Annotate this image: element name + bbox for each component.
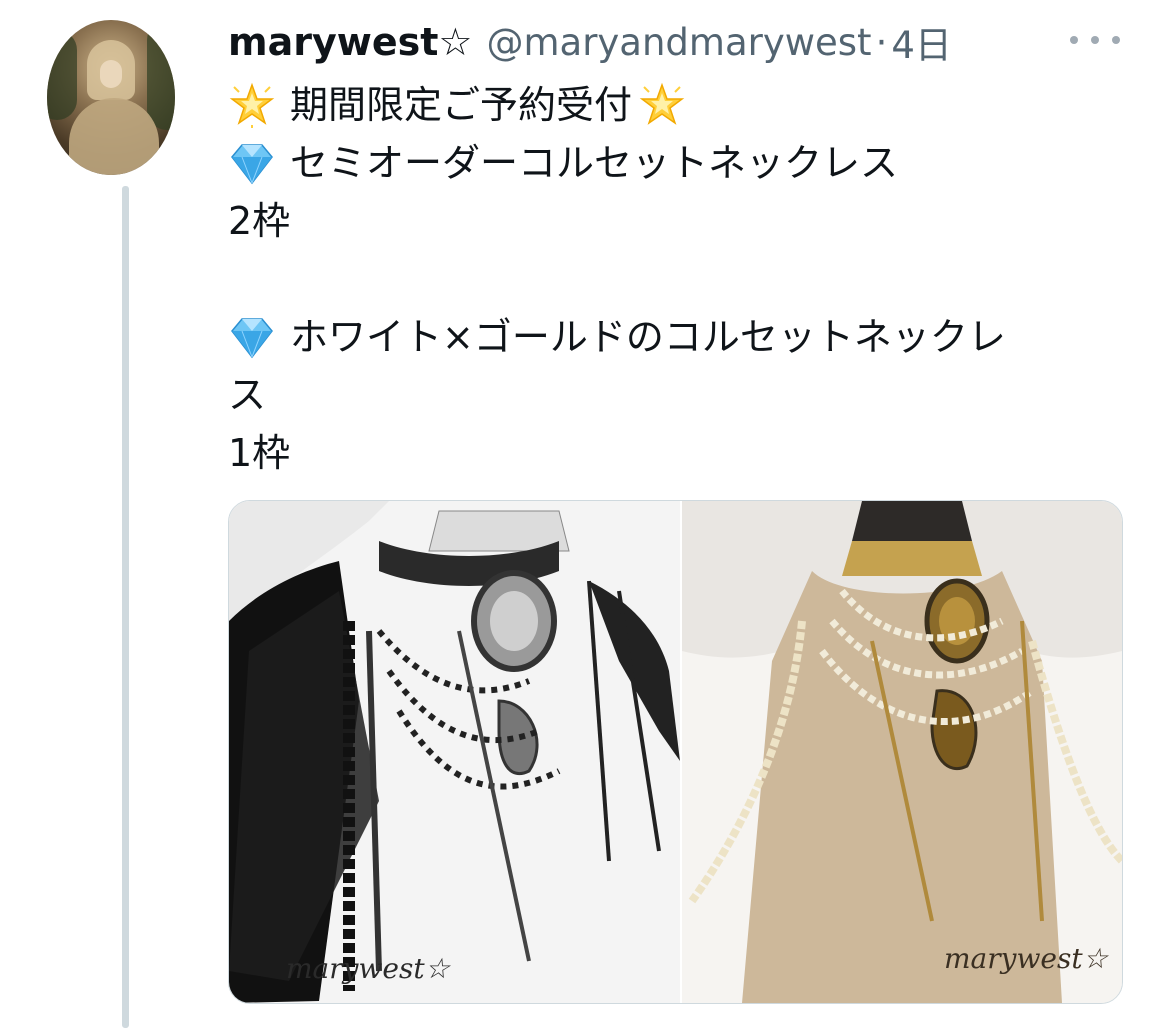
more-options-icon[interactable] [1070, 22, 1120, 58]
tweet-line: ホワイト×ゴールドのコルセットネックレ [228, 308, 1108, 366]
tweet-line: セミオーダーコルセットネックレス [228, 134, 1108, 192]
thread-connector-line [122, 186, 129, 1028]
tweet-line: 1枠 [228, 424, 1108, 482]
tweet-line-text: ホワイト×ゴールドのコルセットネックレ [290, 315, 1006, 359]
timestamp[interactable]: 4日 [891, 15, 952, 69]
tweet-line-text: 1枠 [228, 431, 291, 475]
glowing-star-icon [639, 82, 685, 125]
tweet-line-text: ス [228, 373, 267, 417]
tweet-line-text: 2枠 [228, 199, 291, 243]
glowing-star-icon [229, 82, 275, 128]
avatar[interactable] [47, 20, 175, 175]
tweet-line: 期間限定ご予約受付 [228, 76, 1108, 134]
user-handle[interactable]: @maryandmarywest [486, 21, 871, 64]
display-name[interactable]: marywest☆ [228, 20, 472, 64]
tweet-line-text: 期間限定ご予約受付 [290, 83, 633, 127]
media-grid [228, 500, 1123, 1004]
white-gold-corset-necklace-photo[interactable] [682, 501, 1122, 1003]
photo-watermark: marywest☆ [286, 952, 450, 985]
tweet-line: ス [228, 366, 1108, 424]
tweet-text: 期間限定ご予約受付 セミオーダーコルセットネックレス 2枠 ホワイト×ゴールドの… [228, 76, 1108, 482]
black-corset-necklace-photo[interactable] [229, 501, 682, 1003]
gem-icon [231, 144, 273, 185]
gem-icon [231, 318, 273, 359]
header-separator: · [875, 20, 888, 64]
photo-watermark: marywest☆ [944, 942, 1108, 975]
tweet-header: marywest☆ @maryandmarywest · 4日 [228, 14, 952, 70]
tweet-line: 2枠 [228, 192, 1108, 250]
tweet-line-text: セミオーダーコルセットネックレス [290, 141, 899, 185]
